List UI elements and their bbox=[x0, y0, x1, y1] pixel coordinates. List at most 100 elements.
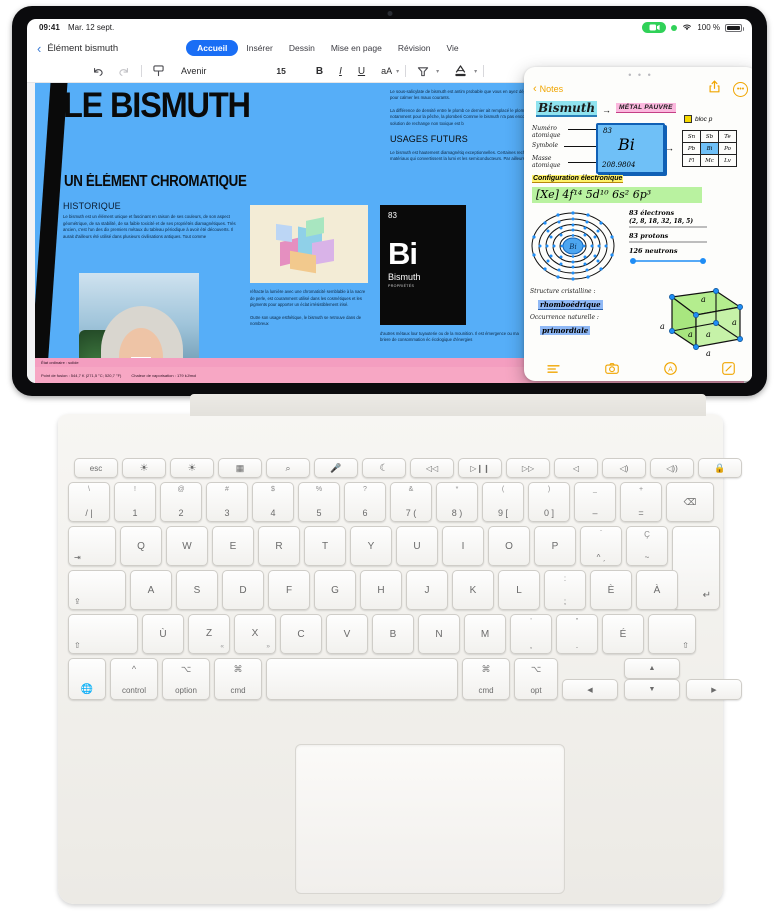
key-option-left[interactable]: ⌥ option bbox=[162, 658, 210, 700]
do-not-disturb-icon[interactable]: ☾ bbox=[362, 458, 406, 478]
key-cmd-right[interactable]: ⌘ cmd bbox=[462, 658, 510, 700]
font-name-field[interactable]: Avenir bbox=[171, 66, 216, 76]
key-b[interactable]: B bbox=[372, 614, 414, 654]
brightness-down-icon[interactable]: ☀ bbox=[122, 458, 166, 478]
key-0[interactable]: ) 0 ] bbox=[528, 482, 570, 522]
shift-icon-right[interactable]: ⇧ bbox=[648, 614, 696, 654]
key-m[interactable]: M bbox=[464, 614, 506, 654]
return-icon[interactable]: ↵ bbox=[672, 526, 720, 610]
key-x[interactable]: X» bbox=[234, 614, 276, 654]
list-icon[interactable] bbox=[546, 364, 560, 377]
font-size-field[interactable]: 15 bbox=[268, 66, 293, 76]
highlighter-icon[interactable] bbox=[410, 66, 436, 77]
underline-button[interactable]: U bbox=[350, 66, 373, 77]
key-cmd-left[interactable]: ⌘ cmd bbox=[214, 658, 262, 700]
chevron-down-icon-2[interactable]: ▾ bbox=[436, 68, 439, 75]
key-t[interactable]: T bbox=[304, 526, 346, 566]
key-3[interactable]: #3 bbox=[206, 482, 248, 522]
key-w[interactable]: W bbox=[166, 526, 208, 566]
key-e[interactable]: E bbox=[212, 526, 254, 566]
key-z[interactable]: Z « bbox=[188, 614, 230, 654]
key-e-acute[interactable]: É bbox=[602, 614, 644, 654]
key-e-grave[interactable]: È bbox=[590, 570, 632, 610]
mute-icon[interactable]: ◁ bbox=[554, 458, 598, 478]
key-space[interactable] bbox=[266, 658, 458, 700]
key-circumflex-diaeresis[interactable]: ¨ ^ ˏ bbox=[580, 526, 622, 566]
key-h[interactable]: H bbox=[360, 570, 402, 610]
markup-icon[interactable]: A bbox=[663, 362, 677, 378]
key-6[interactable]: ? 6 bbox=[344, 482, 386, 522]
key-l[interactable]: L bbox=[498, 570, 540, 610]
key-a-grave[interactable]: À bbox=[636, 570, 678, 610]
key-8[interactable]: * 8 ) bbox=[436, 482, 478, 522]
key-i[interactable]: I bbox=[442, 526, 484, 566]
key-p[interactable]: P bbox=[534, 526, 576, 566]
up-arrow-icon[interactable]: ▲ bbox=[624, 658, 680, 679]
delete-icon[interactable]: ⌫ bbox=[666, 482, 714, 522]
bold-button[interactable]: B bbox=[308, 66, 331, 77]
trackpad[interactable] bbox=[295, 744, 565, 894]
tab-icon[interactable]: ⇥ bbox=[68, 526, 116, 566]
tab-accueil[interactable]: Accueil bbox=[186, 40, 239, 56]
redo-icon[interactable] bbox=[111, 66, 137, 77]
rewind-icon[interactable]: ◁◁ bbox=[410, 458, 454, 478]
key-d[interactable]: D bbox=[222, 570, 264, 610]
tab-revision[interactable]: Révision bbox=[390, 41, 439, 55]
chevron-down-icon-3[interactable]: ▾ bbox=[474, 68, 477, 75]
volume-down-icon[interactable]: ◁) bbox=[602, 458, 646, 478]
volume-up-icon[interactable]: ◁)) bbox=[650, 458, 694, 478]
notes-back-button[interactable]: ‹ Notes bbox=[533, 83, 563, 95]
key-k[interactable]: K bbox=[452, 570, 494, 610]
key-comma[interactable]: ', bbox=[510, 614, 552, 654]
globe-icon[interactable]: 🌐 bbox=[68, 658, 106, 700]
key-1[interactable]: ! 1 bbox=[114, 482, 156, 522]
key-v[interactable]: V bbox=[326, 614, 368, 654]
key-semicolon[interactable]: :; bbox=[544, 570, 586, 610]
lock-icon[interactable]: 🔒 bbox=[698, 458, 742, 478]
key-5[interactable]: % 5 bbox=[298, 482, 340, 522]
chevron-down-icon[interactable]: ▾ bbox=[396, 68, 399, 75]
camera-icon[interactable] bbox=[604, 363, 619, 377]
key-r[interactable]: R bbox=[258, 526, 300, 566]
key-c[interactable]: C bbox=[280, 614, 322, 654]
key-s[interactable]: S bbox=[176, 570, 218, 610]
notes-canvas[interactable]: Bismuth → MÉTAL PAUVRE Numéro atomique S… bbox=[524, 99, 752, 359]
key-equal[interactable]: + = bbox=[620, 482, 662, 522]
brightness-up-icon[interactable]: ☀ bbox=[170, 458, 214, 478]
key-4[interactable]: $4 bbox=[252, 482, 294, 522]
key-esc[interactable]: esc bbox=[74, 458, 118, 478]
dictation-icon[interactable]: 🎤 bbox=[314, 458, 358, 478]
key-option-right[interactable]: ⌥ opt bbox=[514, 658, 558, 700]
key-q[interactable]: Q bbox=[120, 526, 162, 566]
tab-inserer[interactable]: Insérer bbox=[238, 41, 280, 55]
tab-dessin[interactable]: Dessin bbox=[281, 41, 323, 55]
ellipsis-circle-icon[interactable]: ••• bbox=[733, 81, 748, 97]
key-minus[interactable]: _ – bbox=[574, 482, 616, 522]
key-period[interactable]: ". bbox=[556, 614, 598, 654]
key-g[interactable]: G bbox=[314, 570, 356, 610]
fast-forward-icon[interactable]: ▷▷ bbox=[506, 458, 550, 478]
notes-window[interactable]: • • • ‹ Notes ••• Bismuth → MÉTAL PAUVRE… bbox=[524, 67, 752, 381]
key-y[interactable]: Y bbox=[350, 526, 392, 566]
key-2[interactable]: @2 bbox=[160, 482, 202, 522]
format-painter-icon[interactable] bbox=[146, 65, 171, 77]
text-style-button[interactable]: aA bbox=[373, 66, 396, 76]
mission-control-icon[interactable]: ▦ bbox=[218, 458, 262, 478]
key-o[interactable]: O bbox=[488, 526, 530, 566]
back-icon[interactable]: ‹ bbox=[33, 42, 47, 55]
key-j[interactable]: J bbox=[406, 570, 448, 610]
caps-lock-icon[interactable]: ⇪ bbox=[68, 570, 126, 610]
shift-icon-left[interactable]: ⇧ bbox=[68, 614, 138, 654]
key-u-grave[interactable]: Ù bbox=[142, 614, 184, 654]
font-color-icon[interactable] bbox=[447, 65, 474, 77]
key-backslash[interactable]: \ / | bbox=[68, 482, 110, 522]
search-icon[interactable]: ⌕ bbox=[266, 458, 310, 478]
key-7[interactable]: & 7 ( bbox=[390, 482, 432, 522]
undo-icon[interactable] bbox=[85, 66, 111, 77]
tab-mise-en-page[interactable]: Mise en page bbox=[323, 41, 390, 55]
key-control[interactable]: ^ control bbox=[110, 658, 158, 700]
italic-button[interactable]: I bbox=[331, 66, 350, 77]
down-arrow-icon[interactable]: ▼ bbox=[624, 679, 680, 700]
key-c-cedilla[interactable]: Ç ~ bbox=[626, 526, 668, 566]
right-arrow-icon[interactable]: ▶ bbox=[686, 679, 742, 700]
